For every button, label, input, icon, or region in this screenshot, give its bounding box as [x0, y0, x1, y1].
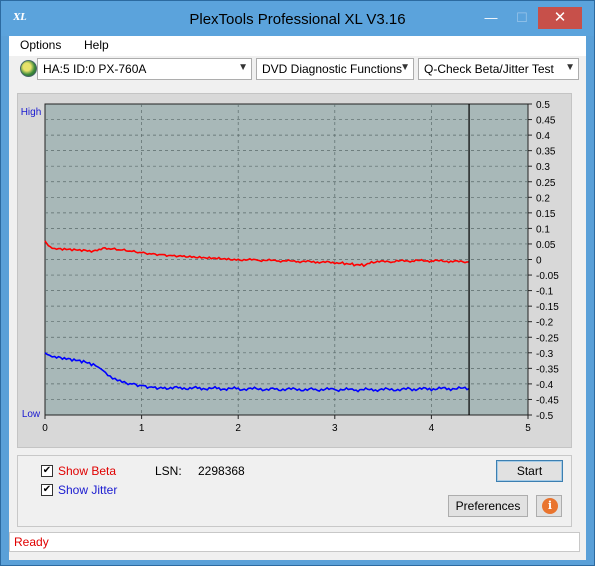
y-tick-label: -0.5 — [536, 411, 554, 422]
chevron-down-icon: ▼ — [238, 62, 248, 73]
function-select[interactable]: DVD Diagnostic Functions ▼ — [256, 58, 414, 80]
status-text: Ready — [14, 535, 49, 549]
y-tick-label: -0.35 — [536, 364, 559, 375]
axis-low-label: Low — [22, 409, 41, 420]
chevron-down-icon: ▼ — [565, 62, 575, 73]
y-tick-label: 0.5 — [536, 100, 550, 111]
disc-drive-icon — [20, 60, 37, 77]
y-tick-label: -0.4 — [536, 380, 554, 391]
lsn-label: LSN: — [155, 464, 182, 478]
options-group: ✔ Show Beta ✔ Show Jitter LSN: 2298368 S… — [17, 455, 572, 527]
menu-help[interactable]: Help — [84, 38, 109, 52]
y-tick-label: 0.2 — [536, 193, 550, 204]
y-tick-label: -0.25 — [536, 333, 559, 344]
x-tick-label: 2 — [235, 423, 241, 434]
info-icon: i — [542, 498, 558, 514]
y-tick-label: -0.3 — [536, 349, 554, 360]
y-tick-label: 0.15 — [536, 209, 556, 220]
y-tick-label: 0.35 — [536, 147, 556, 158]
show-beta-checkbox[interactable]: ✔ — [41, 465, 53, 477]
y-tick-label: 0.1 — [536, 224, 550, 235]
x-tick-label: 4 — [429, 423, 435, 434]
title-bar[interactable]: XL PlexTools Professional XL V3.16 — ☐ ✕ — [1, 1, 594, 36]
y-tick-label: 0.3 — [536, 162, 550, 173]
close-button[interactable]: ✕ — [538, 7, 582, 29]
toolbar: HA:5 ID:0 PX-760A ▼ DVD Diagnostic Funct… — [9, 57, 586, 81]
menu-bar: Options Help — [9, 36, 586, 56]
axis-high-label: High — [21, 107, 42, 118]
beta-jitter-chart: 0.5 0.45 0.4 0.35 0.3 0.25 0.2 0.15 0.1 0.05 0 -0.0… — [21, 100, 560, 434]
show-beta-label[interactable]: Show Beta — [58, 464, 116, 478]
app-window: XL PlexTools Professional XL V3.16 — ☐ ✕… — [0, 0, 595, 566]
info-button[interactable]: i — [536, 495, 562, 517]
x-tick-label: 5 — [525, 423, 531, 434]
y-tick-label: -0.2 — [536, 318, 554, 329]
y-tick-label: 0.45 — [536, 116, 556, 127]
client-area: Options Help HA:5 ID:0 PX-760A ▼ DVD Dia… — [9, 36, 586, 560]
show-jitter-label[interactable]: Show Jitter — [58, 483, 117, 497]
function-select-value: DVD Diagnostic Functions — [262, 62, 403, 76]
x-tick-label: 0 — [42, 423, 48, 434]
show-jitter-checkbox[interactable]: ✔ — [41, 484, 53, 496]
chart-panel: 0.5 0.45 0.4 0.35 0.3 0.25 0.2 0.15 0.1 0.05 0 -0.0… — [17, 93, 572, 448]
x-tick-label: 3 — [332, 423, 338, 434]
lsn-value: 2298368 — [198, 464, 245, 478]
y-tick-label: 0.05 — [536, 240, 556, 251]
y-tick-label: 0 — [536, 256, 542, 267]
x-tick-label: 1 — [139, 423, 145, 434]
drive-select[interactable]: HA:5 ID:0 PX-760A ▼ — [37, 58, 252, 80]
y-tick-label: -0.05 — [536, 271, 559, 282]
menu-options[interactable]: Options — [20, 38, 61, 52]
test-select[interactable]: Q-Check Beta/Jitter Test ▼ — [418, 58, 579, 80]
y-tick-label: -0.1 — [536, 287, 554, 298]
start-button[interactable]: Start — [496, 460, 563, 482]
preferences-button[interactable]: Preferences — [448, 495, 528, 517]
y-tick-label: -0.15 — [536, 302, 559, 313]
test-select-value: Q-Check Beta/Jitter Test — [424, 62, 554, 76]
drive-select-value: HA:5 ID:0 PX-760A — [43, 62, 147, 76]
minimize-button[interactable]: — — [476, 7, 506, 29]
maximize-button[interactable]: ☐ — [507, 7, 537, 29]
y-tick-label: -0.45 — [536, 395, 559, 406]
y-tick-label: 0.4 — [536, 131, 550, 142]
y-tick-label: 0.25 — [536, 178, 556, 189]
chevron-down-icon: ▼ — [400, 62, 410, 73]
status-bar: Ready — [9, 532, 580, 552]
